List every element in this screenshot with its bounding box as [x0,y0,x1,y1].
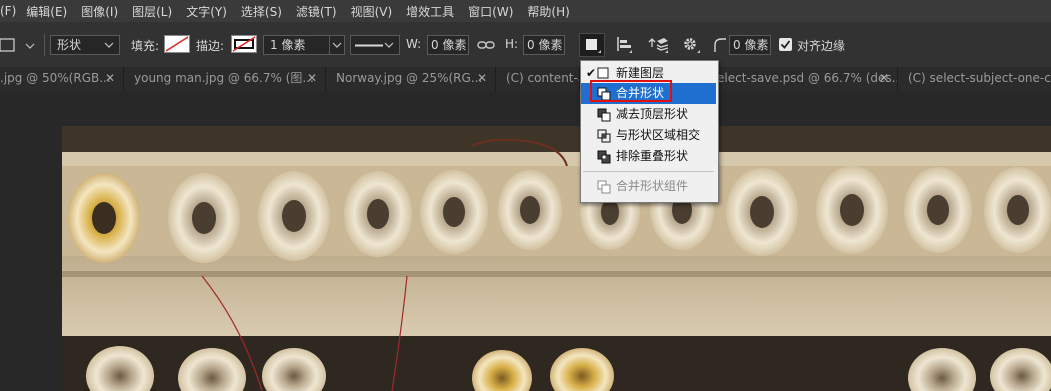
checkmark-icon [780,40,791,49]
menu-item-label: 合并形状组件 [616,179,689,193]
height-field[interactable]: 0 像素 [523,35,565,55]
intersect-shape-icon [597,129,611,143]
exclude-overlap-icon [597,150,611,164]
tool-preset-picker[interactable] [0,37,40,55]
menu-bar: (F) 编辑(E) 图像(I) 图层(L) 文字(Y) 选择(S) 滤镜(T) … [0,0,1051,22]
path-operations-button[interactable] [579,33,605,57]
document-tab[interactable]: (C) select-subject-one-click [898,67,1051,91]
corner-radius-value: 0 像素 [733,38,769,52]
path-operations-icon [586,39,601,53]
menu-view[interactable]: 视图(V) [347,3,397,20]
tab-title: (C) content-aw [506,71,579,85]
menu-item-intersect-shape[interactable]: 与形状区域相交 [581,125,716,146]
link-icon [477,41,495,49]
document-tab[interactable]: young man.jpg @ 66.7% (图... ✕ [124,67,326,91]
fill-swatch[interactable] [164,35,190,53]
mode-select[interactable]: 形状 [50,35,120,55]
mode-value: 形状 [57,38,82,52]
path-alignment-icon [617,37,632,53]
menu-plugins[interactable]: 增效工具 [402,3,458,20]
stroke-type-select[interactable] [350,35,400,55]
menu-filter[interactable]: 滤镜(T) [292,3,341,20]
menu-item-subtract-front-shape[interactable]: 减去顶层形状 [581,104,716,125]
menu-item-exclude-overlap[interactable]: 排除重叠形状 [581,146,716,167]
merge-components-icon [597,180,611,194]
height-value: 0 像素 [527,38,563,52]
chevron-down-icon [384,42,394,48]
tab-title: .jpg @ 50%(RGB... [0,71,111,85]
menu-image[interactable]: 图像(I) [77,3,122,20]
menu-edit[interactable]: 编辑(E) [22,3,71,20]
no-fill-icon [165,36,189,52]
document-canvas[interactable] [62,126,1051,391]
corner-radius-field[interactable]: 0 像素 [729,35,771,55]
path-arrangement-button[interactable] [647,35,671,55]
close-icon[interactable]: ✕ [879,67,889,89]
menu-layer[interactable]: 图层(L) [128,3,176,20]
close-icon[interactable]: ✕ [477,67,487,89]
document-tab[interactable]: elect-save.psd @ 66.7% (des... ✕ [717,67,898,91]
solid-line-icon [355,44,383,47]
tab-title: Norway.jpg @ 25%(RG... [336,71,483,85]
settings-button[interactable] [681,35,703,55]
close-icon[interactable]: ✕ [307,67,317,89]
path-alignment-button[interactable] [615,35,637,55]
width-field[interactable]: 0 像素 [427,35,469,55]
close-icon[interactable]: ✕ [105,67,115,89]
menu-item-merge-shape-components: 合并形状组件 [581,176,716,197]
subtract-front-shape-icon [597,108,611,122]
gear-icon [684,38,700,53]
menu-file[interactable]: (F) [0,4,20,18]
annotation-highlight-box [590,80,672,102]
rectangle-tool-icon [0,38,35,52]
chevron-down-icon [332,42,342,48]
menu-item-label: 与形状区域相交 [616,128,701,142]
canvas-image [62,126,1051,391]
menu-separator [583,171,714,172]
tab-title: elect-save.psd @ 66.7% (des... [717,71,898,85]
chevron-down-icon [104,42,114,48]
width-value: 0 像素 [431,38,467,52]
stroke-width-field[interactable]: 1 像素 [263,35,345,55]
document-tabs: .jpg @ 50%(RGB... ✕ young man.jpg @ 66.7… [0,67,1051,91]
height-label: H: [505,37,519,51]
stroke-label: 描边: [196,39,225,53]
document-tab[interactable]: (C) content-aw [496,67,580,91]
align-edges-checkbox[interactable] [779,38,792,51]
stroke-width-dropdown[interactable] [329,36,344,54]
menu-help[interactable]: 帮助(H) [523,3,573,20]
width-label: W: [406,37,422,51]
menu-type[interactable]: 文字(Y) [182,3,231,20]
menu-item-label: 减去顶层形状 [616,107,689,121]
document-tab[interactable]: .jpg @ 50%(RGB... ✕ [0,67,124,91]
tab-title: young man.jpg @ 66.7% (图... [134,71,314,85]
menu-window[interactable]: 窗口(W) [464,3,517,20]
corner-radius-icon [713,37,727,53]
stroke-width-value: 1 像素 [270,38,306,52]
menu-item-label: 排除重叠形状 [616,149,689,163]
link-dimensions-button[interactable] [477,37,495,53]
align-edges-label: 对齐边缘 [797,39,846,53]
no-stroke-icon [232,36,256,52]
separator [44,34,45,56]
tab-title: (C) select-subject-one-click [908,71,1051,85]
menu-select[interactable]: 选择(S) [237,3,286,20]
stroke-swatch[interactable] [231,35,257,53]
document-tab[interactable]: Norway.jpg @ 25%(RG... ✕ [326,67,496,91]
new-layer-icon [597,67,609,79]
path-arrangement-icon [648,38,669,53]
fill-label: 填充: [131,39,160,53]
